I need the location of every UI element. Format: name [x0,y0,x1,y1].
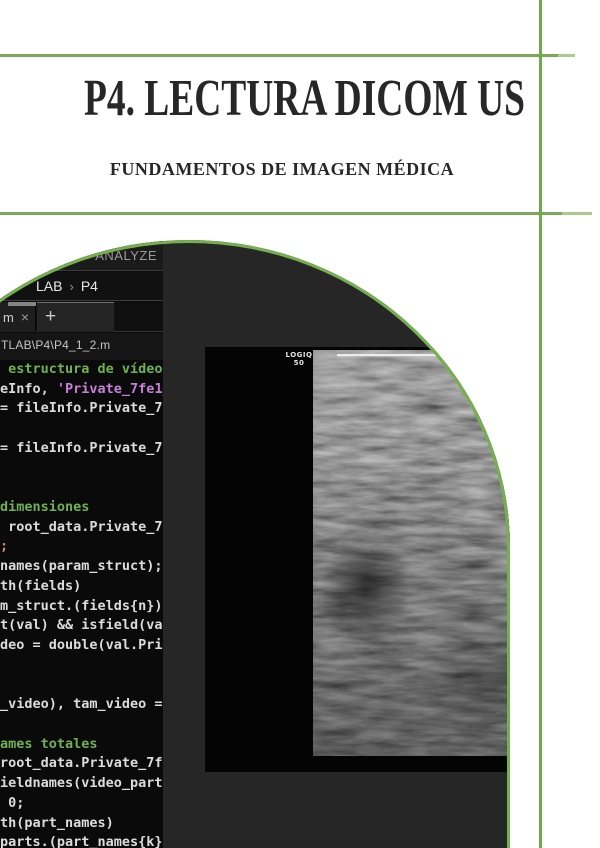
code-line: t(val) && isfield(va [0,617,163,634]
code-area: estructura de vídeo eInfo, 'Private_7fe1_… [0,360,163,848]
code-line: estructura de vídeo [0,361,163,377]
document-page: P4. LECTURA DICOM US FUNDAMENTOS DE IMAG… [0,0,600,848]
editor-tab-bar: m × + [0,302,163,332]
matlab-editor-panel: ANALYZE LAB › P4 m × + TLAB\P4\P4_1_2.m est… [0,240,163,848]
code-line: dimensiones [0,499,90,516]
code-line: = fileInfo.Private_7 [0,400,163,417]
breadcrumb-current: P4 [80,278,98,294]
code-line: ieldnames(video_part [0,775,163,792]
ultrasound-speckle-region [313,350,510,756]
page-title: P4. LECTURA DICOM US [83,70,525,127]
close-tab-icon: × [20,309,30,325]
divider-line-bottom [0,212,592,215]
new-tab-button: + [37,302,114,332]
ultrasound-shading [313,350,510,756]
code-line: th(part_names) [0,814,114,831]
code-line: = fileInfo.Private_7 [0,439,163,456]
tab-highlight [8,302,36,306]
matlab-ribbon-bar: ANALYZE [0,240,163,271]
file-path: TLAB\P4\P4_1_2.m [1,338,111,352]
code-line: _video), tam_video = [0,696,163,713]
breadcrumb-separator-icon: › [69,279,74,294]
editor-tab-label: m [3,310,14,325]
code-line: eInfo, 'Private_7fe1_ [0,380,163,397]
breadcrumb: LAB › P4 [0,272,163,301]
divider-line-top [0,54,575,57]
code-line: deo = double(val.Pri [0,637,163,654]
code-line: names(param_struct); [0,558,163,575]
ultrasound-image: LOGIQ 50 [205,347,510,772]
matlab-screenshot-arch: ANALYZE LAB › P4 m × + TLAB\P4\P4_1_2.m est… [0,240,510,848]
code-line: root_data.Private_7 [0,518,163,535]
code-line: 0; [0,794,25,811]
breadcrumb-parent: LAB [36,278,63,294]
plus-icon: + [45,306,57,327]
code-line: root_data.Private_7f [0,755,163,772]
code-line: parts.(part_names{k} [0,834,163,848]
page-subtitle: FUNDAMENTOS DE IMAGEN MÉDICA [109,159,455,179]
ribbon-tab-analyze: ANALYZE [95,248,157,263]
code-line: ; [0,538,9,555]
divider-line-vertical [539,0,542,848]
file-path-bar: TLAB\P4\P4_1_2.m [0,333,163,360]
code-line: m_struct.(fields{n}) [0,597,163,614]
code-line: ames totales [0,735,98,752]
code-line: th(fields) [0,577,82,594]
ultrasound-skin-line [337,354,510,356]
editor-tab: m × [0,302,36,332]
